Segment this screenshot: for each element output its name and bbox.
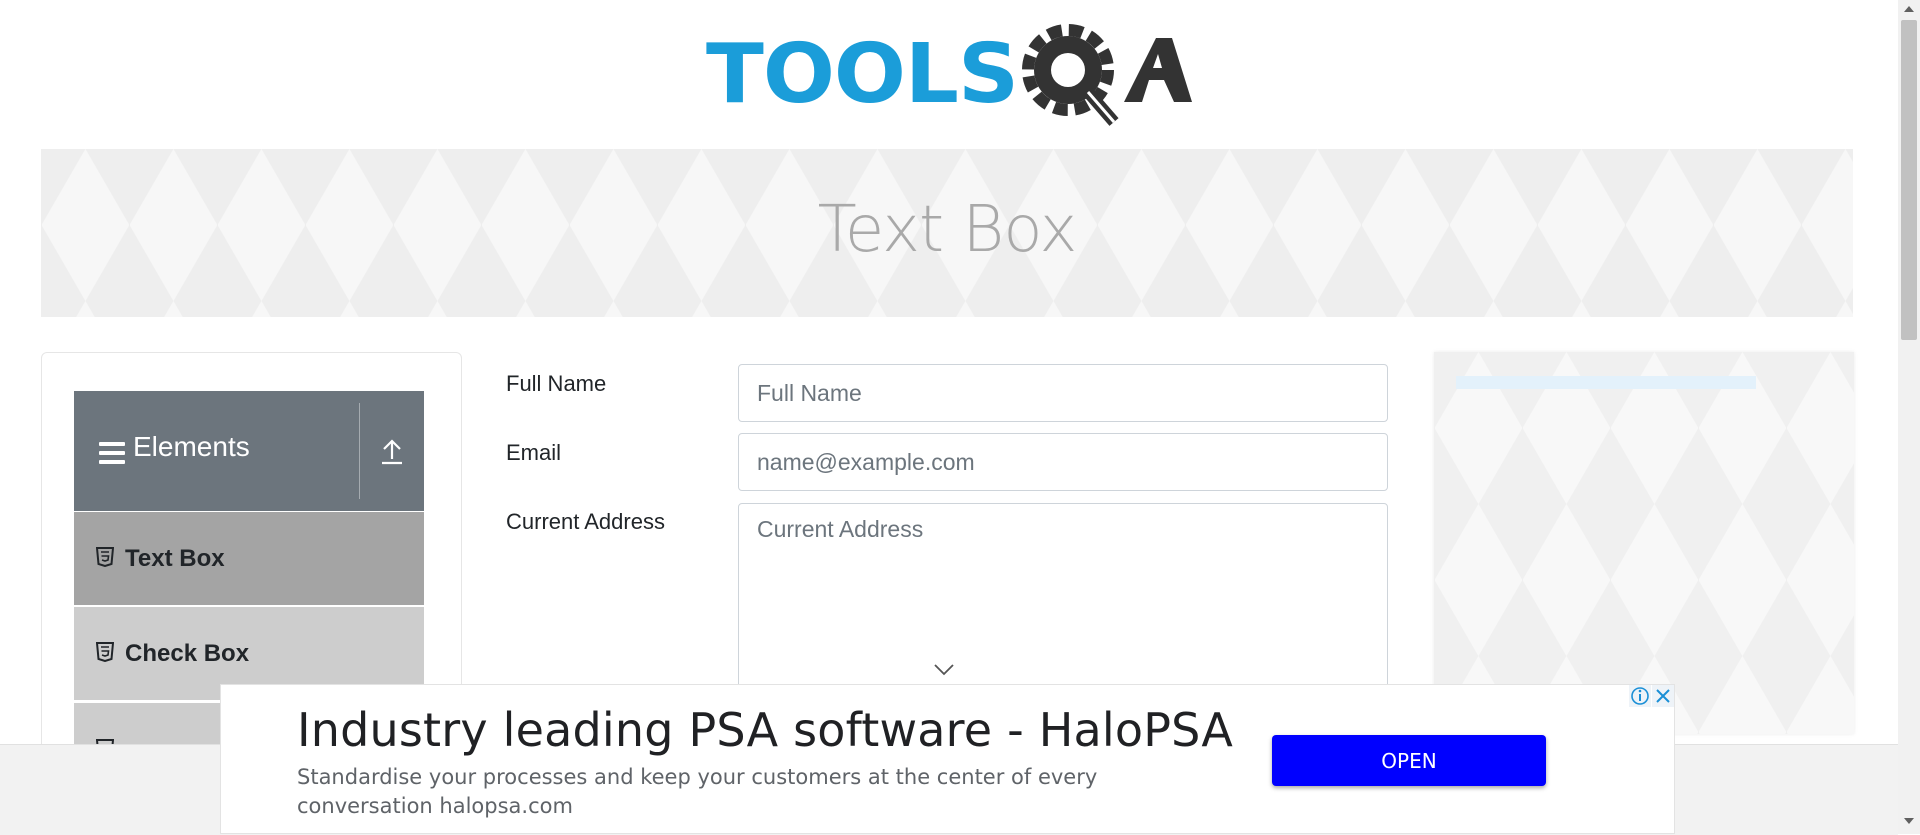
side-ad-placeholder xyxy=(1434,352,1854,734)
current-address-label: Current Address xyxy=(506,509,665,534)
gear-magnifier-icon xyxy=(1022,24,1119,126)
sidebar-item-label: Check Box xyxy=(125,640,250,667)
email-label: Email xyxy=(506,440,562,465)
chevron-down-icon xyxy=(934,664,954,676)
ad-info-icon[interactable] xyxy=(1629,685,1651,707)
ad-headline[interactable]: Industry leading PSA software - HaloPSA xyxy=(297,703,1233,757)
full-name-label: Full Name xyxy=(506,371,607,396)
group-divider xyxy=(359,403,360,499)
email-input[interactable] xyxy=(738,433,1388,491)
ad-loading-bar xyxy=(1456,376,1756,389)
logo-letter-a xyxy=(1124,38,1192,102)
full-name-input[interactable] xyxy=(738,364,1388,422)
ad-close-icon[interactable] xyxy=(1652,685,1674,707)
collapse-upload-icon[interactable] xyxy=(376,435,408,467)
page-scrollbar[interactable] xyxy=(1898,0,1920,834)
ad-description[interactable]: Standardise your processes and keep your… xyxy=(297,763,1117,821)
logo-text-tools: TOOLS xyxy=(706,27,1018,122)
html5-icon xyxy=(96,642,114,662)
scrollbar-thumb[interactable] xyxy=(1901,20,1917,340)
html5-icon xyxy=(96,547,114,567)
page-banner: Text Box xyxy=(41,149,1853,317)
current-address-textarea[interactable] xyxy=(738,503,1388,703)
sidebar-group-elements[interactable]: Elements xyxy=(74,391,424,511)
toolsqa-logo[interactable]: TOOLS xyxy=(706,20,1192,135)
bottom-ad-banner[interactable]: Industry leading PSA software - HaloPSA … xyxy=(220,684,1675,834)
sidebar-item-text-box[interactable]: Text Box xyxy=(74,512,424,605)
sidebar-group-title: Elements xyxy=(133,431,250,462)
scroll-down-arrow-icon[interactable] xyxy=(1903,816,1915,826)
page-title: Text Box xyxy=(817,193,1078,267)
hamburger-menu-icon xyxy=(99,442,125,464)
ad-open-button[interactable]: OPEN xyxy=(1272,735,1546,786)
scroll-up-arrow-icon[interactable] xyxy=(1903,4,1915,14)
sidebar-item-label: Text Box xyxy=(125,545,225,572)
